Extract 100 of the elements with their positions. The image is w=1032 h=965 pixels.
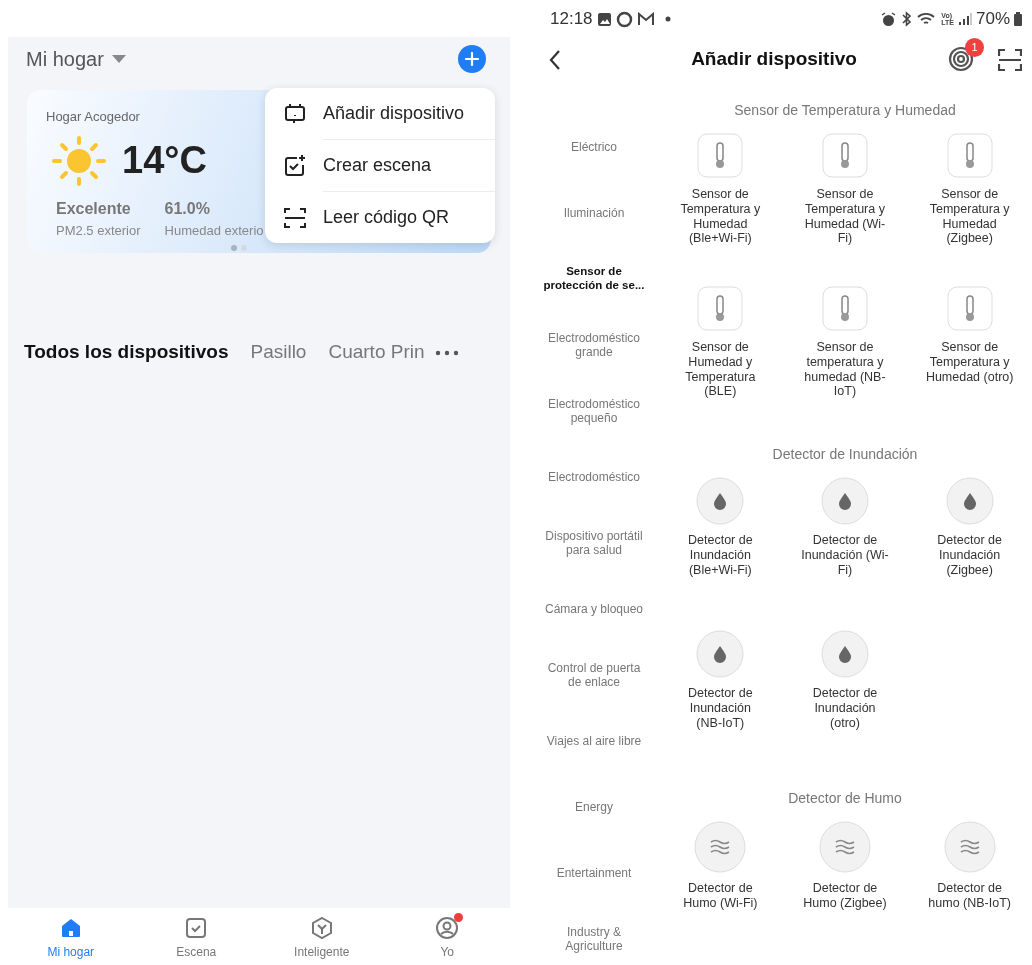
category-item[interactable]: Sensor de protección de se... xyxy=(530,246,658,312)
section-title: Sensor de Temperatura y Humedad xyxy=(733,101,957,120)
device-name: Detector de Humo (Wi-Fi) xyxy=(682,881,759,911)
checkbox-icon xyxy=(184,916,209,940)
more-icon xyxy=(434,350,459,356)
page-dot[interactable] xyxy=(231,244,237,251)
scan-nearby-button[interactable] xyxy=(948,46,974,72)
waves-icon xyxy=(692,821,749,873)
stat-value: Excelente xyxy=(56,199,132,219)
add-button[interactable] xyxy=(458,45,486,73)
device-name: Detector de Inundación (NB-IoT) xyxy=(687,686,754,731)
device-name: Sensor de Temperatura y Humedad (Ble+Wi-Fi) xyxy=(679,187,762,246)
device-tile[interactable]: Detector de humo (NB-IoT) xyxy=(907,821,1032,964)
device-name: Detector de Inundación (Zigbee) xyxy=(936,533,1003,578)
category-item[interactable]: Viajes al aire libre xyxy=(530,708,658,774)
room-tab[interactable]: Pasillo xyxy=(250,338,307,367)
device-name: Sensor de Temperatura y Humedad (otro) xyxy=(924,340,1015,385)
category-item[interactable]: Dispositivo portátil para salud xyxy=(530,510,658,576)
qr-scan-button[interactable] xyxy=(998,47,1022,71)
waves-icon xyxy=(941,821,998,873)
device-tile[interactable]: Detector de Inundación (NB-IoT) xyxy=(658,630,783,773)
signal-icon xyxy=(957,12,972,26)
menu-item[interactable]: Añadir dispositivo xyxy=(265,88,495,139)
water-drop-icon xyxy=(819,477,871,525)
device-name: Sensor de Temperatura y Humedad (Zigbee) xyxy=(928,187,1011,246)
sun-icon xyxy=(52,135,106,186)
device-tile[interactable]: Sensor de Temperatura y Humedad (otro) xyxy=(907,286,1032,429)
nav-tab[interactable]: Yo xyxy=(384,908,510,965)
scene-icon xyxy=(283,153,307,178)
hexagon-icon xyxy=(309,916,334,940)
device-tile[interactable]: Detector de Inundación (Wi-Fi) xyxy=(782,477,908,620)
water-drop-icon xyxy=(694,477,747,525)
water-drop-icon xyxy=(819,630,871,678)
device-name: Detector de Inundación (otro) xyxy=(811,686,879,731)
page-dot[interactable] xyxy=(241,244,247,251)
thermometer-icon xyxy=(945,286,994,332)
room-tab[interactable]: Cuarto Prin xyxy=(328,338,425,367)
category-item[interactable]: Electrodoméstico grande xyxy=(530,312,658,378)
device-name: Detector de Humo (Zigbee) xyxy=(802,881,888,911)
profile-icon xyxy=(435,916,460,940)
home-title[interactable]: Mi hogar xyxy=(26,44,104,74)
device-name: Sensor de temperatura y humedad (NB-IoT) xyxy=(803,340,887,399)
device-tile[interactable]: Sensor de temperatura y humedad (NB-IoT) xyxy=(782,286,908,429)
device-tile[interactable]: Detector de Inundación (Zigbee) xyxy=(907,477,1032,620)
plus-icon xyxy=(465,52,479,66)
mail-icon xyxy=(636,12,655,26)
device-tile[interactable]: Detector de Humo (Wi-Fi) xyxy=(658,821,783,964)
nav-tab[interactable]: Inteligente xyxy=(259,908,385,965)
category-item[interactable]: Energy xyxy=(530,774,658,840)
image-icon xyxy=(596,11,612,27)
stat-label: PM2.5 exterior xyxy=(56,222,141,240)
device-icon xyxy=(283,101,307,126)
device-name: Detector de Inundación (Wi-Fi) xyxy=(800,533,890,578)
weather-title: Hogar Acogedor xyxy=(46,108,140,126)
device-name: Detector de humo (NB-IoT) xyxy=(927,881,1012,911)
scan-icon xyxy=(283,205,307,230)
device-tile[interactable]: Sensor de Temperatura y Humedad (Zigbee) xyxy=(907,133,1032,276)
menu-item[interactable]: Leer código QR xyxy=(265,192,495,243)
device-tile[interactable]: Sensor de Temperatura y Humedad (Ble+Wi-Fi) xyxy=(658,133,783,276)
nav-tab[interactable]: Mi hogar xyxy=(8,908,134,965)
section-title: Detector de Inundación xyxy=(771,445,919,464)
device-tile[interactable]: Detector de Inundación (otro) xyxy=(782,630,908,773)
device-name: Sensor de Temperatura y Humedad (Wi-Fi) xyxy=(803,187,887,246)
device-tile[interactable]: Detector de Inundación (Ble+Wi-Fi) xyxy=(658,477,783,620)
category-item[interactable]: Iluminación xyxy=(530,180,658,246)
alarm-icon xyxy=(881,11,897,27)
water-drop-icon xyxy=(943,477,996,525)
water-drop-icon xyxy=(694,630,747,678)
thermometer-icon xyxy=(821,133,869,179)
category-item[interactable]: Electrodoméstico xyxy=(530,444,658,510)
battery-icon xyxy=(1014,12,1022,26)
thermometer-icon xyxy=(945,133,994,179)
thermometer-icon xyxy=(696,133,745,179)
thermometer-icon xyxy=(821,286,869,332)
notification-badge: 1 xyxy=(965,38,984,57)
category-item[interactable]: Electrodoméstico pequeño xyxy=(530,378,658,444)
category-item[interactable]: Industry & Agriculture xyxy=(530,906,658,965)
device-tile[interactable]: Detector de Humo (Zigbee) xyxy=(782,821,908,964)
category-item[interactable]: Control de puerta de enlace xyxy=(530,642,658,708)
category-item[interactable]: Eléctrico xyxy=(530,114,658,180)
device-tile[interactable]: Sensor de Temperatura y Humedad (Wi-Fi) xyxy=(782,133,908,276)
nav-tab[interactable]: Escena xyxy=(133,908,259,965)
caret-icon[interactable] xyxy=(111,55,126,63)
stat-label: Humedad exterio xyxy=(164,222,264,240)
page-title: Añadir dispositivo xyxy=(690,46,858,71)
status-time: 12:18 xyxy=(550,8,593,31)
bluetooth-icon xyxy=(900,11,914,27)
temperature: 14°C xyxy=(122,138,207,183)
device-name: Detector de Inundación (Ble+Wi-Fi) xyxy=(687,533,754,578)
category-item[interactable]: Cámara y bloqueo xyxy=(530,576,658,642)
category-item[interactable]: Entertainment xyxy=(530,840,658,906)
menu-item[interactable]: Crear escena xyxy=(265,140,495,191)
dot-icon xyxy=(664,16,671,22)
waves-icon xyxy=(817,821,873,873)
circle-icon xyxy=(615,10,633,28)
room-tab[interactable]: Todos los dispositivos xyxy=(24,338,229,367)
section-title: Detector de Humo xyxy=(787,789,903,808)
device-name: Sensor de Humedad y Temperatura (BLE) xyxy=(684,340,757,399)
device-tile[interactable]: Sensor de Humedad y Temperatura (BLE) xyxy=(658,286,783,429)
thermometer-icon xyxy=(696,286,745,332)
